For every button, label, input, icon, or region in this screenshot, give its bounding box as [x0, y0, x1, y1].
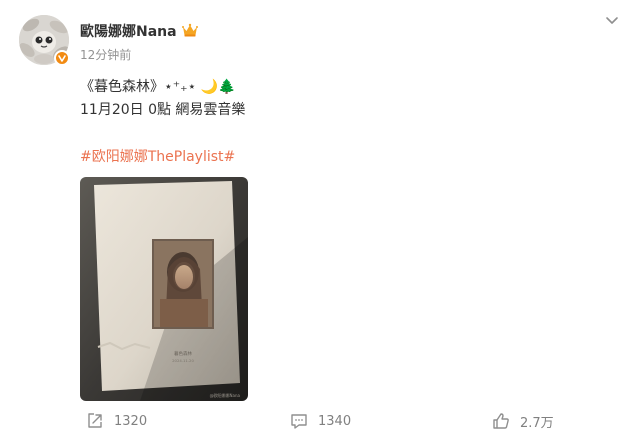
repost-count: 1320	[114, 413, 148, 429]
author-name[interactable]: 歐陽娜娜Nana	[80, 21, 177, 41]
thumbs-up-icon	[492, 412, 510, 430]
author-avatar[interactable]	[19, 15, 70, 66]
repost-button[interactable]: 1320	[86, 406, 147, 436]
like-button[interactable]: 2.7万	[492, 406, 554, 436]
image-caption-title: 暮色森林	[174, 350, 192, 357]
hashtag-link[interactable]: #欧阳娜娜ThePlaylist#	[80, 146, 235, 166]
crown-icon	[182, 22, 198, 37]
post-actions: 1320 1340 2.7万	[0, 406, 644, 436]
image-watermark: @欧阳娜娜Nana	[210, 392, 241, 398]
weibo-post-card: 歐陽娜娜Nana 12分钟前 《暮色森林》⋆⁺₊⋆ 🌙🌲 11月20日 0點 網…	[0, 0, 644, 446]
post-image[interactable]: 暮色森林 2024.11.20 @欧阳娜娜Nana	[80, 177, 248, 401]
share-icon	[86, 412, 104, 430]
post-text-title: 《暮色森林》⋆⁺₊⋆ 🌙🌲	[80, 79, 236, 95]
chevron-down-icon[interactable]	[605, 12, 619, 26]
comment-button[interactable]: 1340	[290, 406, 351, 436]
comment-count: 1340	[318, 413, 352, 429]
post-text-release: 11月20日 0點 網易雲音樂	[80, 102, 246, 118]
like-count: 2.7万	[520, 415, 554, 431]
comment-icon	[290, 412, 308, 430]
post-timestamp[interactable]: 12分钟前	[80, 46, 131, 63]
verified-badge-icon	[54, 50, 70, 66]
image-caption-date: 2024.11.20	[172, 358, 194, 363]
